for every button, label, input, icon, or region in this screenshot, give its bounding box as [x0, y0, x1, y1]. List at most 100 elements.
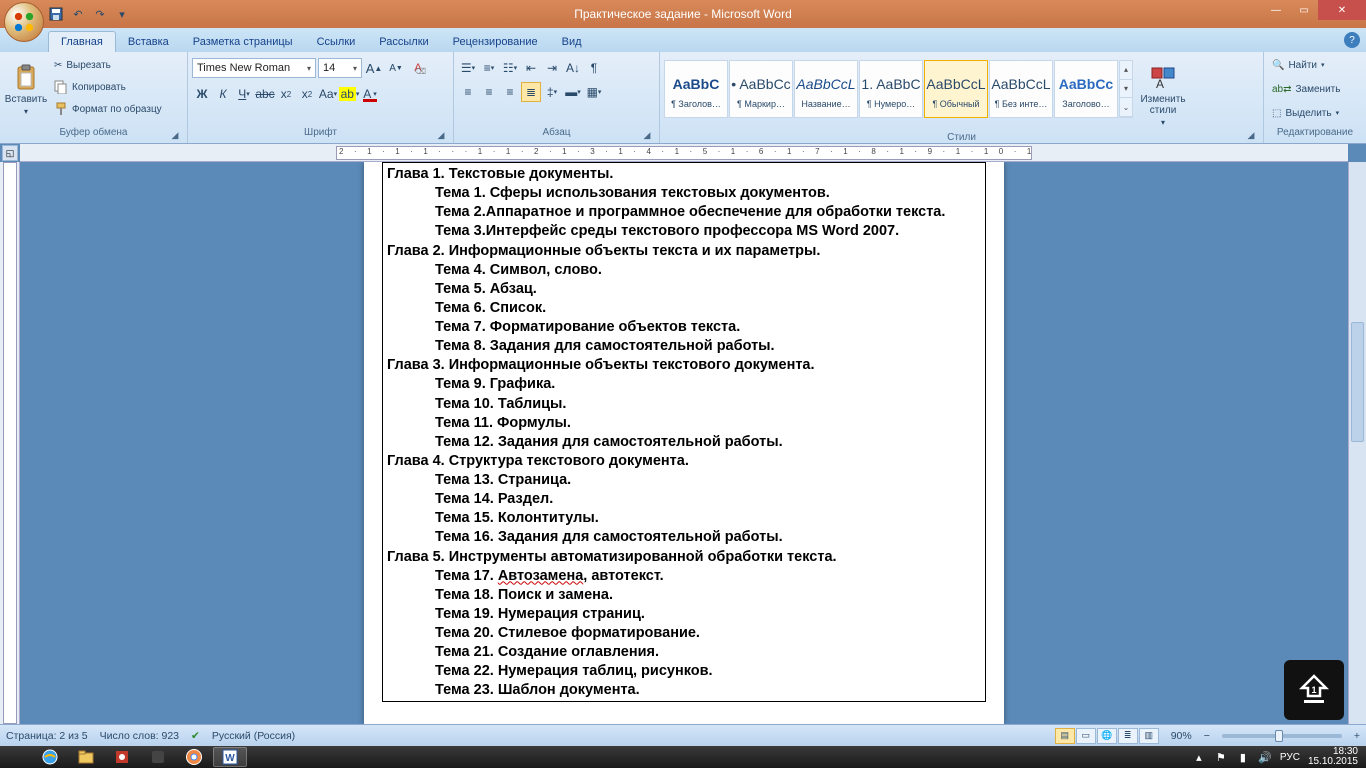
start-button[interactable]	[0, 746, 32, 768]
style-bullet[interactable]: • AaBbCc¶ Маркир…	[729, 60, 793, 118]
clipboard-launcher[interactable]: ◢	[169, 130, 181, 142]
align-center-button[interactable]: ≡	[479, 82, 499, 102]
styles-pager[interactable]: ▴▾⌄	[1119, 60, 1133, 118]
font-launcher[interactable]: ◢	[435, 130, 447, 142]
strike-button[interactable]: abc	[255, 84, 275, 104]
view-draft[interactable]: ▥	[1139, 728, 1159, 744]
save-icon[interactable]	[48, 6, 64, 22]
page[interactable]: Глава 1. Текстовые документы.Тема 1. Сфе…	[364, 162, 1004, 724]
line-spacing-button[interactable]: ‡▾	[542, 82, 562, 102]
overlay-upload-icon[interactable]: 1	[1284, 660, 1344, 720]
numbering-button[interactable]: ≡▾	[479, 58, 499, 78]
font-name-combo[interactable]: Times New Roman▾	[192, 58, 316, 78]
document-body[interactable]: Глава 1. Текстовые документы.Тема 1. Сфе…	[382, 162, 986, 702]
change-styles-button[interactable]: A Изменить стили▾	[1135, 60, 1191, 132]
task-explorer-icon[interactable]	[69, 747, 103, 767]
status-words[interactable]: Число слов: 923	[100, 730, 179, 742]
horizontal-ruler[interactable]: 2·1·1·1···1·1·2·1·3·1·4·1·5·1·6·1·7·1·8·…	[20, 144, 1348, 162]
style-numbered[interactable]: 1. AaBbC¶ Нумеро…	[859, 60, 923, 118]
underline-button[interactable]: Ч▾	[234, 84, 254, 104]
decrease-indent-button[interactable]: ⇤	[521, 58, 541, 78]
tray-shield-icon[interactable]: ⚑	[1214, 750, 1228, 764]
task-chrome-icon[interactable]	[177, 747, 211, 767]
zoom-out-button[interactable]: −	[1204, 730, 1210, 742]
tab-home[interactable]: Главная	[48, 31, 116, 52]
tab-review[interactable]: Рецензирование	[441, 32, 550, 52]
find-button[interactable]: 🔍Найти▾	[1268, 54, 1329, 76]
style-title[interactable]: AaBbCcLНазвание…	[794, 60, 858, 118]
style-heading1[interactable]: AaBbCcЗаголово…	[1054, 60, 1118, 118]
bold-button[interactable]: Ж	[192, 84, 212, 104]
zoom-slider[interactable]	[1222, 734, 1342, 738]
justify-button[interactable]: ≣	[521, 82, 541, 102]
copy-button[interactable]: Копировать	[50, 76, 166, 98]
tray-network-icon[interactable]: ▮	[1236, 750, 1250, 764]
align-right-button[interactable]: ≡	[500, 82, 520, 102]
select-button[interactable]: ⬚Выделить▾	[1268, 102, 1343, 124]
subscript-button[interactable]: x2	[276, 84, 296, 104]
font-size-combo[interactable]: 14▾	[318, 58, 362, 78]
grow-font-button[interactable]: A▲	[364, 58, 384, 78]
paragraph-launcher[interactable]: ◢	[641, 130, 653, 142]
bullets-button[interactable]: ☰▾	[458, 58, 478, 78]
task-app2-icon[interactable]	[141, 747, 175, 767]
scroll-thumb[interactable]	[1351, 322, 1364, 442]
tab-page-layout[interactable]: Разметка страницы	[181, 32, 305, 52]
style-heading[interactable]: AaBbC¶ Заголов…	[664, 60, 728, 118]
undo-icon[interactable]: ↶	[70, 6, 86, 22]
shading-button[interactable]: ▬▾	[563, 82, 583, 102]
shrink-font-button[interactable]: A▼	[386, 58, 406, 78]
view-print-layout[interactable]: ▤	[1055, 728, 1075, 744]
style-nospacing[interactable]: AaBbCcL¶ Без инте…	[989, 60, 1053, 118]
italic-button[interactable]: К	[213, 84, 233, 104]
minimize-button[interactable]: —	[1262, 0, 1290, 20]
tray-sound-icon[interactable]: 🔊	[1258, 750, 1272, 764]
status-language[interactable]: Русский (Россия)	[212, 730, 295, 742]
help-button[interactable]: ?	[1344, 32, 1360, 48]
styles-launcher[interactable]: ◢	[1245, 130, 1257, 142]
align-left-button[interactable]: ≡	[458, 82, 478, 102]
qat-more-icon[interactable]: ▾	[114, 6, 130, 22]
format-painter-button[interactable]: Формат по образцу	[50, 98, 166, 120]
tray-lang[interactable]: РУС	[1280, 752, 1300, 763]
view-fullscreen[interactable]: ▭	[1076, 728, 1096, 744]
sort-button[interactable]: A↓	[563, 58, 583, 78]
superscript-button[interactable]: x2	[297, 84, 317, 104]
tab-insert[interactable]: Вставка	[116, 32, 181, 52]
office-button[interactable]	[4, 2, 44, 42]
status-proof-icon[interactable]: ✔	[191, 730, 200, 742]
cut-button[interactable]: ✂Вырезать	[50, 54, 166, 76]
vertical-scrollbar[interactable]	[1348, 162, 1366, 724]
close-button[interactable]: ✕	[1318, 0, 1366, 20]
zoom-in-button[interactable]: +	[1354, 730, 1360, 742]
tray-up-icon[interactable]: ▴	[1192, 750, 1206, 764]
tab-view[interactable]: Вид	[550, 32, 594, 52]
zoom-thumb[interactable]	[1275, 730, 1283, 742]
view-web[interactable]: 🌐	[1097, 728, 1117, 744]
maximize-button[interactable]: ▭	[1290, 0, 1318, 20]
task-ie-icon[interactable]	[33, 747, 67, 767]
task-app1-icon[interactable]	[105, 747, 139, 767]
tab-references[interactable]: Ссылки	[305, 32, 368, 52]
multilevel-button[interactable]: ☷▾	[500, 58, 520, 78]
change-case-button[interactable]: Aa▾	[318, 84, 338, 104]
tab-mailings[interactable]: Рассылки	[367, 32, 440, 52]
borders-button[interactable]: ▦▾	[584, 82, 604, 102]
style-normal[interactable]: AaBbCcL¶ Обычный	[924, 60, 988, 118]
increase-indent-button[interactable]: ⇥	[542, 58, 562, 78]
replace-button[interactable]: ab⇄Заменить	[1268, 78, 1344, 100]
paste-button[interactable]: Вставить ▾	[4, 54, 48, 126]
view-outline[interactable]: ≣	[1118, 728, 1138, 744]
task-word-icon[interactable]: W	[213, 747, 247, 767]
clear-format-button[interactable]: A⌫	[408, 58, 428, 78]
styles-gallery[interactable]: AaBbC¶ Заголов… • AaBbCc¶ Маркир… AaBbCc…	[664, 60, 1133, 118]
vertical-ruler[interactable]	[0, 162, 20, 724]
redo-icon[interactable]: ↷	[92, 6, 108, 22]
show-marks-button[interactable]: ¶	[584, 58, 604, 78]
highlight-button[interactable]: ab▾	[339, 84, 359, 104]
tray-clock[interactable]: 18:30 15.10.2015	[1308, 747, 1358, 767]
status-page[interactable]: Страница: 2 из 5	[6, 730, 88, 742]
zoom-value[interactable]: 90%	[1171, 730, 1192, 742]
font-color-button[interactable]: A▾	[360, 84, 380, 104]
ruler-toggle[interactable]: ◱	[2, 145, 18, 161]
